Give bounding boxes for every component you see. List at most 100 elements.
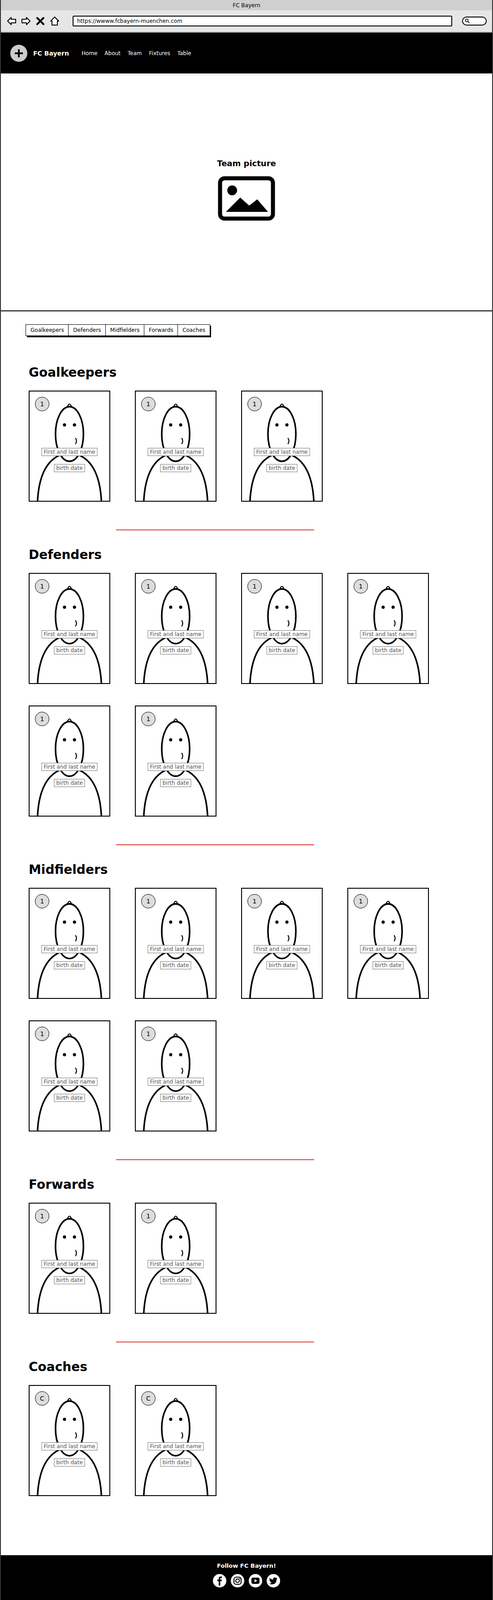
page: FC Bayern https://wwww.fcbayern-muenchen.… bbox=[0, 0, 493, 1600]
member-card[interactable]: 1 First and last name birth date bbox=[134, 1203, 217, 1315]
name-label: First and last name bbox=[41, 945, 98, 954]
member-card[interactable]: 1First and last namebirth date bbox=[28, 573, 111, 685]
birth-date-label: birth date bbox=[160, 1459, 191, 1468]
birth-date-label: birth date bbox=[53, 646, 85, 655]
nav-link[interactable]: Team bbox=[127, 50, 143, 57]
name-label: First and last name bbox=[147, 945, 204, 954]
member-card[interactable]: 1First and last namebirth date bbox=[28, 705, 111, 818]
birth-date-label: birth date bbox=[160, 1094, 191, 1103]
name-label: First and last name bbox=[360, 630, 417, 639]
name-label: First and last name bbox=[254, 945, 311, 954]
tab-bar: GoalkeepersDefendersMidfieldersForwardsC… bbox=[25, 324, 210, 337]
url-field[interactable]: https://wwww.fcbayern-muenchen.com bbox=[72, 15, 453, 27]
brand-name[interactable]: FC Bayern bbox=[33, 49, 70, 57]
facebook-icon[interactable] bbox=[212, 1574, 227, 1589]
nav-link[interactable]: Fixtures bbox=[149, 50, 171, 57]
birth-date-label: birth date bbox=[266, 961, 298, 970]
nav-link[interactable]: Table bbox=[177, 50, 192, 57]
name-label: First and last name bbox=[41, 1260, 98, 1269]
member-card[interactable]: 1First and last namebirth date bbox=[28, 888, 111, 1000]
birth-date-label: birth date bbox=[160, 961, 191, 970]
number-badge: 1 bbox=[353, 894, 368, 909]
instagram-icon[interactable] bbox=[230, 1574, 245, 1589]
birth-date-label: birth date bbox=[53, 1459, 85, 1468]
birth-date-label: birth date bbox=[372, 646, 404, 655]
name-label: First and last name bbox=[254, 448, 311, 457]
number-badge: 1 bbox=[141, 397, 156, 412]
name-label: First and last name bbox=[147, 630, 204, 639]
number-badge: 1 bbox=[247, 579, 262, 594]
number-badge: 1 bbox=[141, 1209, 156, 1224]
name-label: First and last name bbox=[41, 630, 98, 639]
member-card[interactable]: 1First and last namebirth date bbox=[134, 390, 217, 502]
birth-date-label: birth date bbox=[160, 1276, 191, 1285]
tab[interactable]: Goalkeepers bbox=[25, 324, 70, 337]
footer: Follow FC Bayern! bbox=[0, 1556, 493, 1600]
name-label: First and last name bbox=[360, 945, 417, 954]
member-card[interactable]: 1 First and last name birth date bbox=[241, 888, 323, 1000]
member-card[interactable]: 1First and last namebirth date bbox=[134, 888, 217, 1000]
birth-date-label: birth date bbox=[53, 1094, 85, 1103]
member-card[interactable]: 1First and last namebirth date bbox=[241, 390, 323, 502]
name-label: First and last name bbox=[41, 1443, 98, 1452]
back-arrow-icon[interactable] bbox=[6, 15, 18, 27]
birth-date-label: birth date bbox=[53, 779, 85, 788]
nav-link[interactable]: Home bbox=[81, 50, 98, 57]
member-card[interactable]: 1First and last namebirth date bbox=[241, 573, 323, 685]
youtube-icon[interactable] bbox=[248, 1574, 263, 1589]
squad: GoalkeepersDefendersMidfieldersForwardsC… bbox=[0, 311, 493, 1557]
number-badge: 1 bbox=[247, 894, 262, 909]
member-card[interactable]: CFirst and last namebirth date bbox=[134, 1385, 217, 1497]
home-icon[interactable] bbox=[49, 15, 61, 27]
section-title: Defenders bbox=[28, 547, 493, 563]
browser-toolbar: https://wwww.fcbayern-muenchen.com bbox=[0, 10, 493, 33]
name-label: First and last name bbox=[147, 1443, 204, 1452]
birth-date-label: birth date bbox=[160, 779, 191, 788]
search-field[interactable] bbox=[462, 16, 487, 26]
close-x-icon[interactable] bbox=[34, 15, 46, 27]
name-label: First and last name bbox=[147, 1260, 204, 1269]
birth-date-label: birth date bbox=[53, 464, 85, 473]
birth-date-label: birth date bbox=[160, 464, 191, 473]
logo-plus-icon[interactable] bbox=[9, 44, 28, 63]
member-card[interactable]: 1First and last namebirth date bbox=[28, 1203, 111, 1315]
section-title: Goalkeepers bbox=[28, 365, 493, 381]
magnifier-icon bbox=[464, 18, 471, 24]
member-card[interactable]: 1First and last namebirth date bbox=[347, 888, 429, 1000]
footer-text: Follow FC Bayern! bbox=[216, 1563, 277, 1570]
member-card[interactable]: CFirst and last namebirth date bbox=[28, 1385, 111, 1497]
section-title: Forwards bbox=[28, 1177, 493, 1194]
twitter-icon[interactable] bbox=[266, 1574, 281, 1589]
member-card[interactable]: 1First and last namebirth date bbox=[134, 573, 217, 685]
birth-date-label: birth date bbox=[53, 961, 85, 970]
squad-section: Forwards 1 First and last name birth date 1 F… bbox=[28, 1177, 493, 1315]
section-divider bbox=[116, 1159, 315, 1161]
tab[interactable]: Midfielders bbox=[105, 324, 145, 337]
number-badge: 1 bbox=[34, 397, 50, 412]
forward-arrow-icon[interactable] bbox=[20, 15, 32, 27]
name-label: First and last name bbox=[147, 763, 204, 772]
tab[interactable]: Defenders bbox=[68, 324, 106, 337]
team-picture-label: Team picture bbox=[216, 158, 277, 169]
member-card[interactable]: 1First and last namebirth date bbox=[134, 705, 217, 818]
member-card[interactable]: 1First and last namebirth date bbox=[134, 1020, 217, 1133]
number-badge: 1 bbox=[34, 1027, 50, 1042]
name-label: First and last name bbox=[41, 1078, 98, 1087]
member-card[interactable]: 1First and last namebirth date bbox=[28, 390, 111, 502]
image-placeholder-icon bbox=[217, 176, 276, 221]
birth-date-label: birth date bbox=[266, 646, 298, 655]
browser-title-bar: FC Bayern bbox=[0, 0, 493, 11]
tab[interactable]: Coaches bbox=[177, 324, 211, 337]
number-badge: 1 bbox=[34, 1209, 50, 1224]
squad-section: Goalkeepers1First and last namebirth dat… bbox=[28, 365, 493, 502]
member-card[interactable]: 1 First and last name birth date bbox=[28, 1020, 111, 1133]
nav-bar: FC Bayern Home About Team Fixtures Table bbox=[0, 32, 493, 74]
number-badge: 1 bbox=[141, 579, 156, 594]
section-title: Midfielders bbox=[28, 862, 493, 878]
number-badge: 1 bbox=[141, 1027, 156, 1042]
member-card[interactable]: 1First and last namebirth date bbox=[347, 573, 429, 685]
section-divider bbox=[116, 1342, 315, 1344]
nav-link[interactable]: About bbox=[104, 50, 121, 57]
number-badge: 1 bbox=[34, 712, 50, 727]
tab[interactable]: Forwards bbox=[143, 324, 179, 337]
